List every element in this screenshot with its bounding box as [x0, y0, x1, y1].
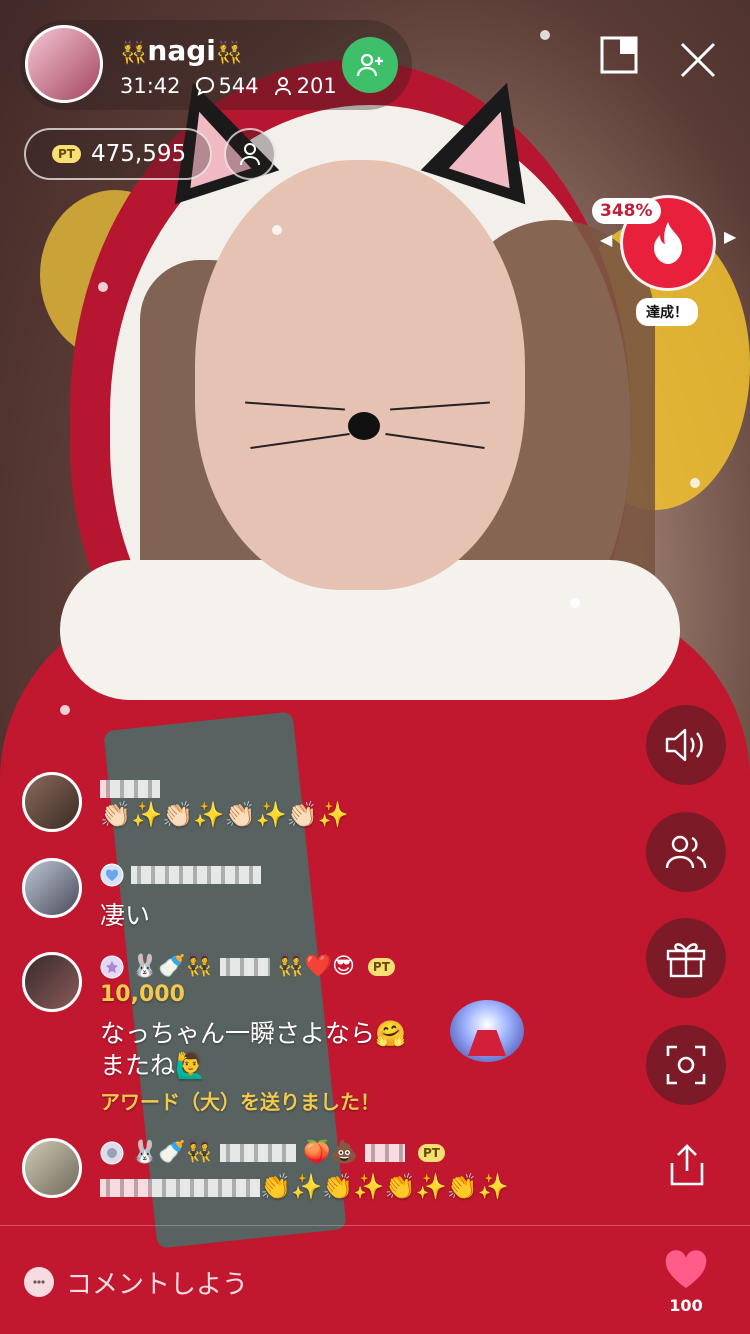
user-emoji-suffix: 👯❤️😎 [277, 954, 355, 979]
comment-count: 544 [218, 74, 259, 98]
close-button[interactable] [666, 28, 730, 92]
flame-icon [654, 222, 682, 264]
host-name-text: nagi [147, 34, 216, 67]
host-name-suffix: 👯 [215, 41, 244, 66]
comment-placeholder: コメントしよう [66, 1269, 249, 1300]
username-redacted [364, 1144, 405, 1162]
snow-particle [272, 225, 282, 235]
username-redacted [220, 958, 271, 976]
share-icon [670, 1144, 704, 1186]
comment-text: 凄い [100, 901, 151, 930]
stream-duration: 31:42 [120, 74, 181, 98]
comment-text: 👏✨👏✨👏✨👏✨ [260, 1172, 510, 1201]
comment-line: 👏✨👏✨👏✨👏✨ [100, 1172, 509, 1202]
add-user-icon [356, 53, 383, 77]
comment-avatar[interactable] [22, 952, 82, 1012]
snow-particle [570, 598, 580, 608]
snow-particle [540, 30, 550, 40]
event-percent: 348% [592, 198, 661, 224]
comment-icon [195, 76, 214, 96]
snow-particle [60, 705, 70, 715]
host-name: 👯nagi👯 [120, 34, 243, 67]
user-icon [240, 143, 260, 166]
award-message: アワード（大）を送りました！ [100, 1090, 380, 1114]
text-redacted [100, 1179, 260, 1197]
snow-particle [690, 478, 700, 488]
event-next-icon[interactable]: ▶ [724, 227, 736, 246]
points-value: 475,595 [90, 141, 187, 167]
comment-username [100, 862, 261, 887]
red-carpet-gift-icon [450, 1000, 524, 1062]
share-button[interactable] [662, 1140, 712, 1190]
user-emoji-tags: 🐰🍼👯 [131, 954, 214, 979]
like-button[interactable]: 100 [660, 1250, 712, 1315]
comment-avatar[interactable] [22, 772, 82, 832]
viewer-list-button[interactable] [224, 128, 276, 180]
comment-username: 🐰🍼👯 👯❤️😎 PT [100, 954, 395, 979]
event-prev-icon[interactable]: ◀ [600, 230, 612, 249]
like-count: 100 [669, 1296, 703, 1315]
stream-stats: 31:42 544 201 [120, 74, 337, 98]
username-redacted [220, 1144, 297, 1162]
username-redacted [131, 866, 261, 884]
viewer-icon [274, 77, 291, 96]
comment-text: なっちゃん一瞬さよなら🤗 [100, 1019, 407, 1048]
comment-username [100, 776, 160, 801]
collab-button[interactable] [646, 812, 726, 892]
points-pill[interactable]: PT 475,595 [24, 128, 212, 180]
comment-avatar[interactable] [22, 858, 82, 918]
sound-button[interactable] [646, 705, 726, 785]
live-stream-screen: 👯nagi👯 31:42 544 201 PT 475,595 ◀ ▶ 348%… [0, 0, 750, 1334]
snow-particle [98, 282, 108, 292]
comment-text: またね🙋‍♂️ [100, 1051, 207, 1080]
pt-badge: PT [367, 958, 395, 976]
face [195, 160, 525, 590]
heart-icon [665, 1250, 707, 1288]
gift-icon [666, 943, 706, 978]
pt-badge: PT [417, 1144, 445, 1162]
follow-button[interactable] [342, 37, 398, 93]
speaker-icon [665, 728, 703, 762]
gift-button[interactable] [646, 918, 726, 998]
heart-badge-icon [100, 863, 124, 887]
host-name-prefix: 👯 [120, 41, 148, 66]
event-status: 達成！ [636, 298, 698, 326]
user-emoji-suffix: 🍑💩 [303, 1140, 358, 1165]
host-avatar[interactable] [25, 25, 103, 103]
comment-username: 🐰🍼👯 🍑💩 PT [100, 1140, 445, 1165]
pt-badge: PT [52, 145, 81, 163]
screenshot-button[interactable] [646, 1025, 726, 1105]
camera-frame-icon [666, 1045, 706, 1085]
comment-input[interactable]: コメントしよう [24, 1262, 248, 1302]
badge-icon [100, 1141, 124, 1165]
comment-text: 👏🏻✨👏🏻✨👏🏻✨👏🏻✨ [100, 800, 350, 829]
badge-icon [100, 955, 124, 979]
picture-in-picture-icon [600, 36, 638, 74]
user-emoji-tags: 🐰🍼👯 [131, 1140, 214, 1165]
bottom-divider [0, 1225, 750, 1226]
username-redacted [100, 780, 160, 798]
comment-avatar[interactable] [22, 1138, 82, 1198]
close-icon [680, 42, 716, 78]
viewer-count: 201 [296, 74, 337, 98]
gift-amount: 10,000 [100, 982, 185, 1007]
cat-nose-filter [348, 412, 380, 440]
chat-bubble-icon [24, 1267, 54, 1297]
minimize-button[interactable] [600, 36, 638, 74]
users-icon [665, 835, 707, 869]
